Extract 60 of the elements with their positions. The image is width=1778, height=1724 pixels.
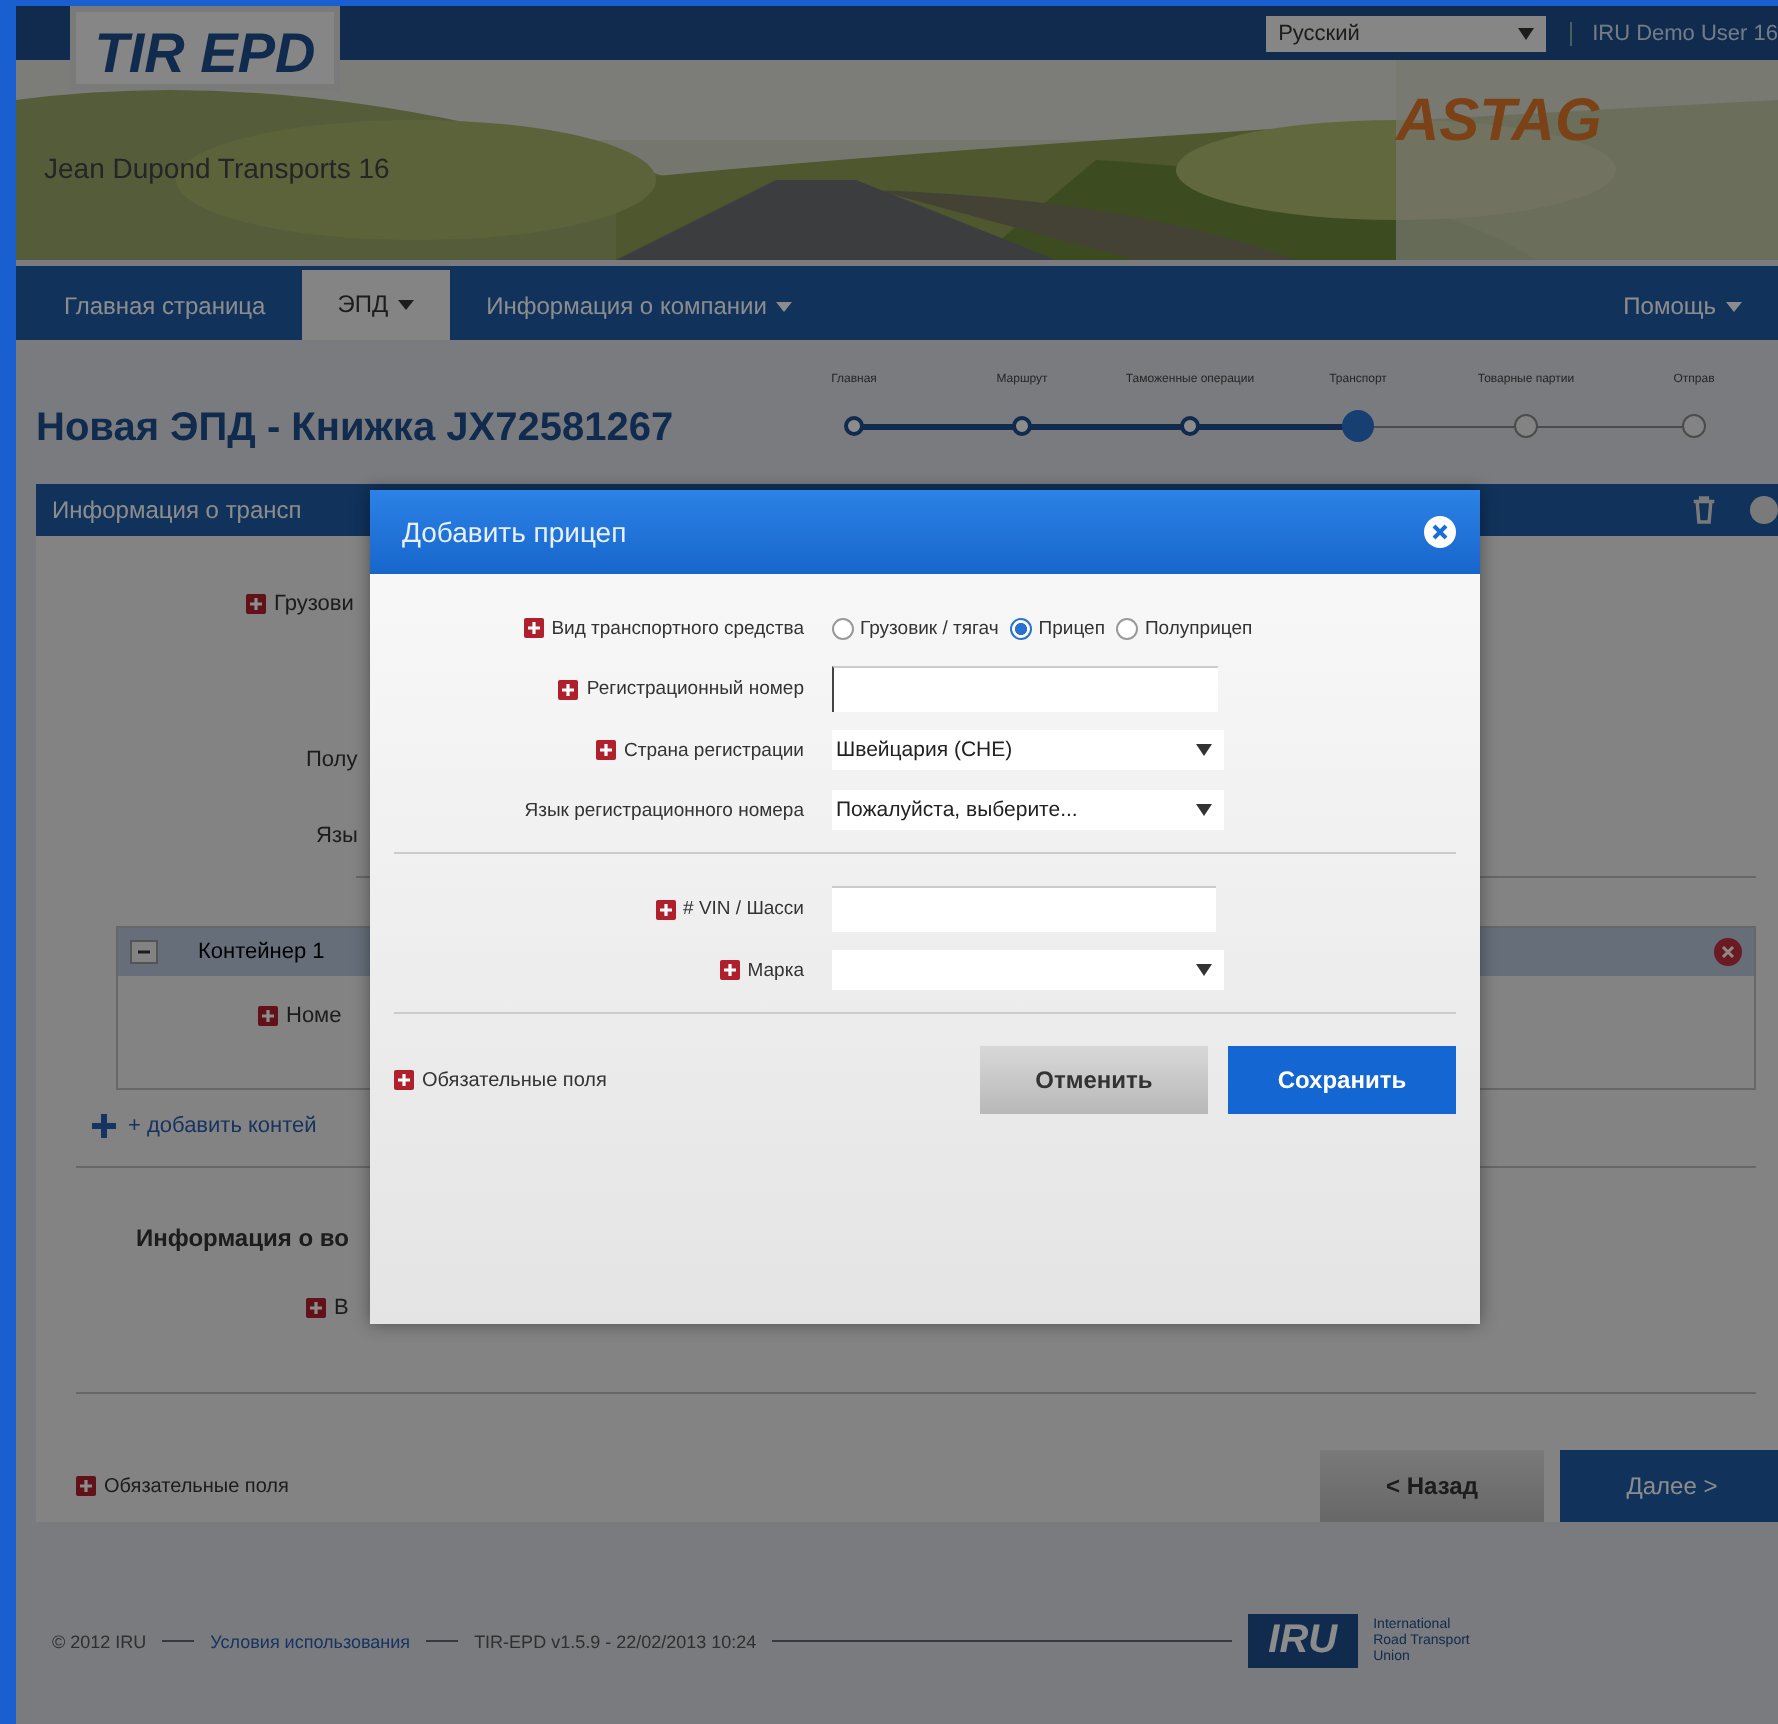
container-title: Контейнер 1 xyxy=(198,940,327,964)
section-heading: Информация о во xyxy=(136,1224,351,1252)
step-marker[interactable] xyxy=(1342,410,1374,442)
radio-option[interactable]: Прицеп xyxy=(1010,617,1105,639)
dropdown-arrow-icon xyxy=(1196,804,1212,816)
nav-tab[interactable]: Помощь xyxy=(1587,276,1778,336)
select-field[interactable]: Пожалуйста, выберите... xyxy=(832,790,1224,830)
astag-logo: ASTAG xyxy=(1396,88,1602,156)
dropdown-arrow-icon xyxy=(1196,964,1212,976)
text-field[interactable] xyxy=(832,886,1216,932)
required-note: Обязательные поля xyxy=(104,1475,289,1497)
field-label: Полу xyxy=(306,748,358,772)
dialog-title: Добавить прицеп xyxy=(402,516,629,548)
save-button[interactable]: Сохранить xyxy=(1228,1046,1456,1114)
select-field[interactable]: Швейцария (CHE) xyxy=(832,730,1224,770)
plus-icon[interactable] xyxy=(92,1114,116,1138)
language-select[interactable]: Русский xyxy=(1266,15,1547,51)
next-button[interactable]: Далее > xyxy=(1560,1450,1778,1522)
field-label: # VIN / Шасси xyxy=(683,898,804,920)
panel-title: Информация о трансп xyxy=(52,496,304,524)
iru-logo: IRU xyxy=(1248,1614,1358,1668)
field-label: Номе xyxy=(286,1004,342,1028)
cancel-button[interactable]: Отменить xyxy=(980,1046,1208,1114)
field-label: Марка xyxy=(747,959,804,981)
field-label: В xyxy=(334,1296,349,1320)
remove-icon[interactable] xyxy=(1714,938,1742,966)
field-label: Страна регистрации xyxy=(623,739,804,761)
field-label: Язы xyxy=(316,824,358,848)
step-marker[interactable] xyxy=(1682,414,1706,438)
field-label: Грузови xyxy=(274,592,354,616)
back-button[interactable]: < Назад xyxy=(1320,1450,1544,1522)
trash-icon[interactable] xyxy=(1692,496,1716,524)
nav-tab[interactable]: Информация о компании xyxy=(450,276,829,336)
dropdown-arrow-icon xyxy=(1196,744,1212,756)
nav-tab[interactable]: ЭПД xyxy=(301,270,451,340)
terms-link[interactable]: Условия использования xyxy=(210,1631,411,1651)
text-field[interactable] xyxy=(832,666,1218,712)
close-icon[interactable] xyxy=(1424,516,1456,548)
field-label: Язык регистрационного номера xyxy=(524,799,804,821)
page-title: Новая ЭПД - Книжка JX72581267 xyxy=(36,405,676,451)
copyright: © 2012 IRU xyxy=(52,1631,147,1651)
version-text: TIR-EPD v1.5.9 - 22/02/2013 10:24 xyxy=(474,1631,757,1651)
step-marker[interactable] xyxy=(844,416,864,436)
required-icon xyxy=(394,1070,414,1090)
collapse-icon[interactable] xyxy=(130,940,158,964)
field-label: Регистрационный номер xyxy=(586,678,804,700)
step-marker[interactable] xyxy=(1514,414,1538,438)
radio-option[interactable]: Полуприцеп xyxy=(1116,617,1253,639)
nav-tab[interactable]: Главная страница xyxy=(28,276,302,336)
user-name[interactable]: IRU Demo User 16 xyxy=(1570,21,1778,45)
step-marker[interactable] xyxy=(1012,416,1032,436)
select-field[interactable] xyxy=(832,950,1224,990)
radio-option[interactable]: Грузовик / тягач xyxy=(832,617,999,639)
tir-epd-logo[interactable]: TIR EPD xyxy=(70,6,340,90)
step-marker[interactable] xyxy=(1180,416,1200,436)
add-container-link[interactable]: + добавить контей xyxy=(128,1114,317,1138)
required-icon xyxy=(76,1476,96,1496)
dropdown-arrow-icon xyxy=(1518,27,1535,39)
required-note: Обязательные поля xyxy=(422,1069,607,1091)
field-label: Вид транспортного средства xyxy=(551,617,804,639)
